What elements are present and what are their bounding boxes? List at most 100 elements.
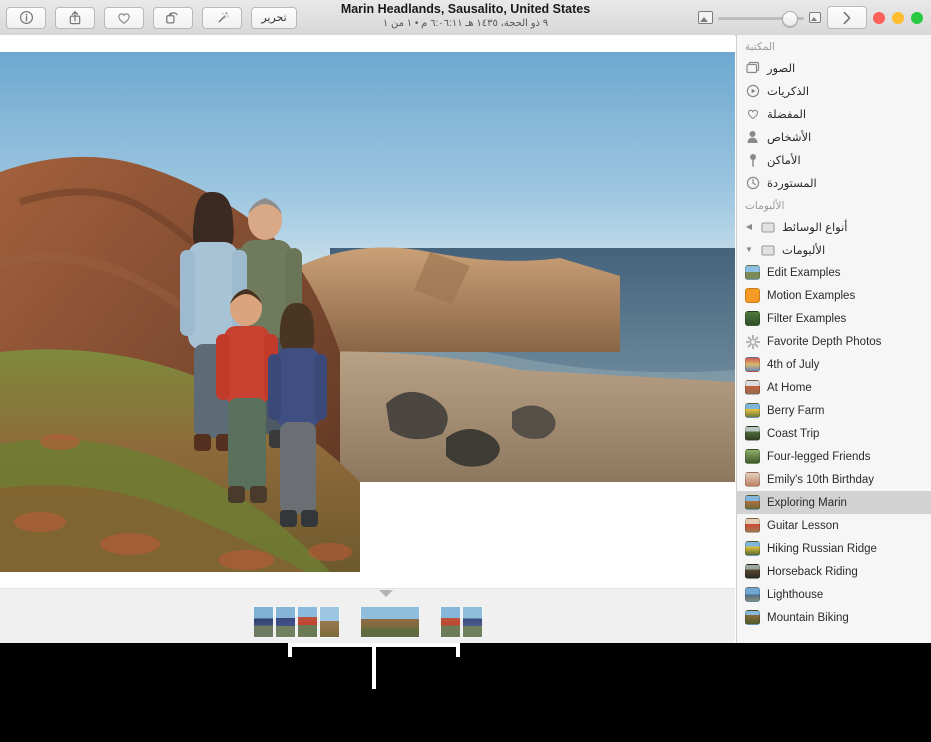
sidebar-item-memories[interactable]: الذكريات (737, 79, 931, 102)
filmstrip-thumbnails (0, 603, 735, 641)
sidebar-album-berry-farm[interactable]: Berry Farm (737, 399, 931, 422)
edit-button-label: تحرير (261, 12, 287, 24)
sidebar-item-label: Four-legged Friends (767, 450, 871, 463)
sidebar-album-exploring-marin[interactable]: Exploring Marin (737, 491, 931, 514)
sidebar-album-favorite-depth-photos[interactable]: Favorite Depth Photos (737, 330, 931, 353)
sidebar-album-lighthouse[interactable]: Lighthouse (737, 583, 931, 606)
auto-enhance-button[interactable] (202, 6, 242, 29)
sidebar-album-hiking-russian-ridge[interactable]: Hiking Russian Ridge (737, 537, 931, 560)
sidebar-item-people[interactable]: الأشخاص (737, 125, 931, 148)
sidebar-album-coast-trip[interactable]: Coast Trip (737, 422, 931, 445)
filmstrip-thumb[interactable] (439, 606, 461, 638)
sidebar-folder-media-types[interactable]: ◀ أنواع الوسائط (737, 215, 931, 238)
places-pin-icon (745, 152, 760, 167)
sidebar-item-label: الذكريات (767, 85, 810, 98)
rotate-button[interactable] (153, 6, 193, 29)
photo-viewer (0, 35, 735, 643)
sidebar-item-imported[interactable]: المستوردة (737, 171, 931, 194)
sidebar-item-label: Lighthouse (767, 588, 824, 601)
callout-bracket-right-tick (456, 643, 460, 657)
sidebar-album-horseback-riding[interactable]: Horseback Riding (737, 560, 931, 583)
info-button[interactable] (6, 6, 46, 29)
sidebar-item-label: الصور (767, 62, 796, 75)
sidebar-item-label: المستوردة (767, 177, 817, 190)
disclosure-triangle-collapsed-icon[interactable]: ◀ (745, 222, 753, 231)
close-button[interactable] (911, 11, 923, 24)
filmstrip-thumb[interactable] (318, 606, 340, 638)
sidebar-item-label: Exploring Marin (767, 496, 847, 509)
memories-icon (745, 83, 760, 98)
main-photo[interactable] (0, 52, 735, 572)
sidebar-item-label: Horseback Riding (767, 565, 858, 578)
filmstrip-group (252, 606, 340, 638)
thumbnail-size-slider-group (698, 10, 821, 27)
album-thumbnail (745, 495, 760, 510)
minimize-button[interactable] (892, 11, 904, 24)
sidebar-item-label: Edit Examples (767, 266, 841, 279)
album-thumbnail (745, 541, 760, 556)
filmstrip-thumb-selected[interactable] (359, 606, 420, 638)
sidebar-album-motion-examples[interactable]: Motion Examples (737, 284, 931, 307)
disclosure-triangle-expanded-icon[interactable]: ▼ (745, 245, 753, 254)
slider-knob[interactable] (782, 10, 798, 27)
sidebar-album-guitar-lesson[interactable]: Guitar Lesson (737, 514, 931, 537)
favorite-button[interactable] (104, 6, 144, 29)
sidebar-album-mountain-biking[interactable]: Mountain Biking (737, 606, 931, 629)
filmstrip-thumb[interactable] (252, 606, 274, 638)
sidebar-item-label: Emily's 10th Birthday (767, 473, 875, 486)
rotate-icon (165, 10, 181, 25)
sidebar-item-label: Mountain Biking (767, 611, 849, 624)
photos-icon (745, 60, 760, 75)
sidebar-item-photos[interactable]: الصور (737, 56, 931, 79)
photos-app-window: تحرير Marin Headlands, Sausalito, United… (0, 0, 931, 742)
album-thumbnail (745, 472, 760, 487)
sidebar-item-places[interactable]: الأماكن (737, 148, 931, 171)
sidebar-item-favorites[interactable]: المفضلة (737, 102, 931, 125)
thumbnail-size-slider[interactable] (718, 10, 804, 27)
magic-wand-icon (215, 10, 230, 25)
album-thumbnail (745, 265, 760, 280)
chevron-right-icon (842, 11, 852, 25)
filmstrip-thumb[interactable] (274, 606, 296, 638)
filmstrip-thumb[interactable] (296, 606, 318, 638)
share-button[interactable] (55, 6, 95, 29)
callout-annotation (0, 643, 931, 742)
sidebar-folder-albums[interactable]: ▼ الألبومات (737, 238, 931, 261)
photo-illustration (0, 52, 735, 572)
small-photo-icon (809, 12, 821, 23)
sidebar-item-label: المفضلة (767, 108, 807, 121)
sidebar-album-4th-of-july[interactable]: 4th of July (737, 353, 931, 376)
album-thumbnail (745, 288, 760, 303)
album-thumbnail (745, 311, 760, 326)
zoom-window-button[interactable] (873, 11, 885, 24)
sidebar-item-label: Filter Examples (767, 312, 847, 325)
sidebar-item-label: الأشخاص (767, 131, 812, 144)
sidebar-album-at-home[interactable]: At Home (737, 376, 931, 399)
sidebar-section-albums: الألبومات (745, 200, 785, 212)
heart-icon (116, 11, 132, 25)
info-icon (19, 10, 34, 25)
album-thumbnail (745, 564, 760, 579)
sidebar-item-label: الألبومات (782, 244, 826, 257)
album-thumbnail (745, 587, 760, 602)
imported-clock-icon (745, 175, 760, 190)
traffic-lights (873, 11, 923, 24)
album-thumbnail (745, 426, 760, 441)
sidebar-album-edit-examples[interactable]: Edit Examples (737, 261, 931, 284)
sidebar-album-emilys-10th-birthday[interactable]: Emily's 10th Birthday (737, 468, 931, 491)
filmstrip-thumb[interactable] (461, 606, 483, 638)
sidebar-item-label: Berry Farm (767, 404, 825, 417)
album-thumbnail (745, 610, 760, 625)
toolbar: تحرير Marin Headlands, Sausalito, United… (0, 0, 931, 36)
filmstrip (0, 588, 735, 643)
folder-icon (760, 242, 775, 257)
sidebar-item-label: أنواع الوسائط (782, 221, 848, 234)
sidebar-item-label: 4th of July (767, 358, 820, 371)
sidebar-toggle-button[interactable] (827, 6, 867, 29)
callout-bracket-stem (372, 647, 376, 689)
app-window: تحرير Marin Headlands, Sausalito, United… (0, 0, 931, 643)
heart-icon (745, 106, 760, 121)
sidebar-album-filter-examples[interactable]: Filter Examples (737, 307, 931, 330)
sidebar-album-four-legged-friends[interactable]: Four-legged Friends (737, 445, 931, 468)
edit-button[interactable]: تحرير (251, 6, 297, 29)
